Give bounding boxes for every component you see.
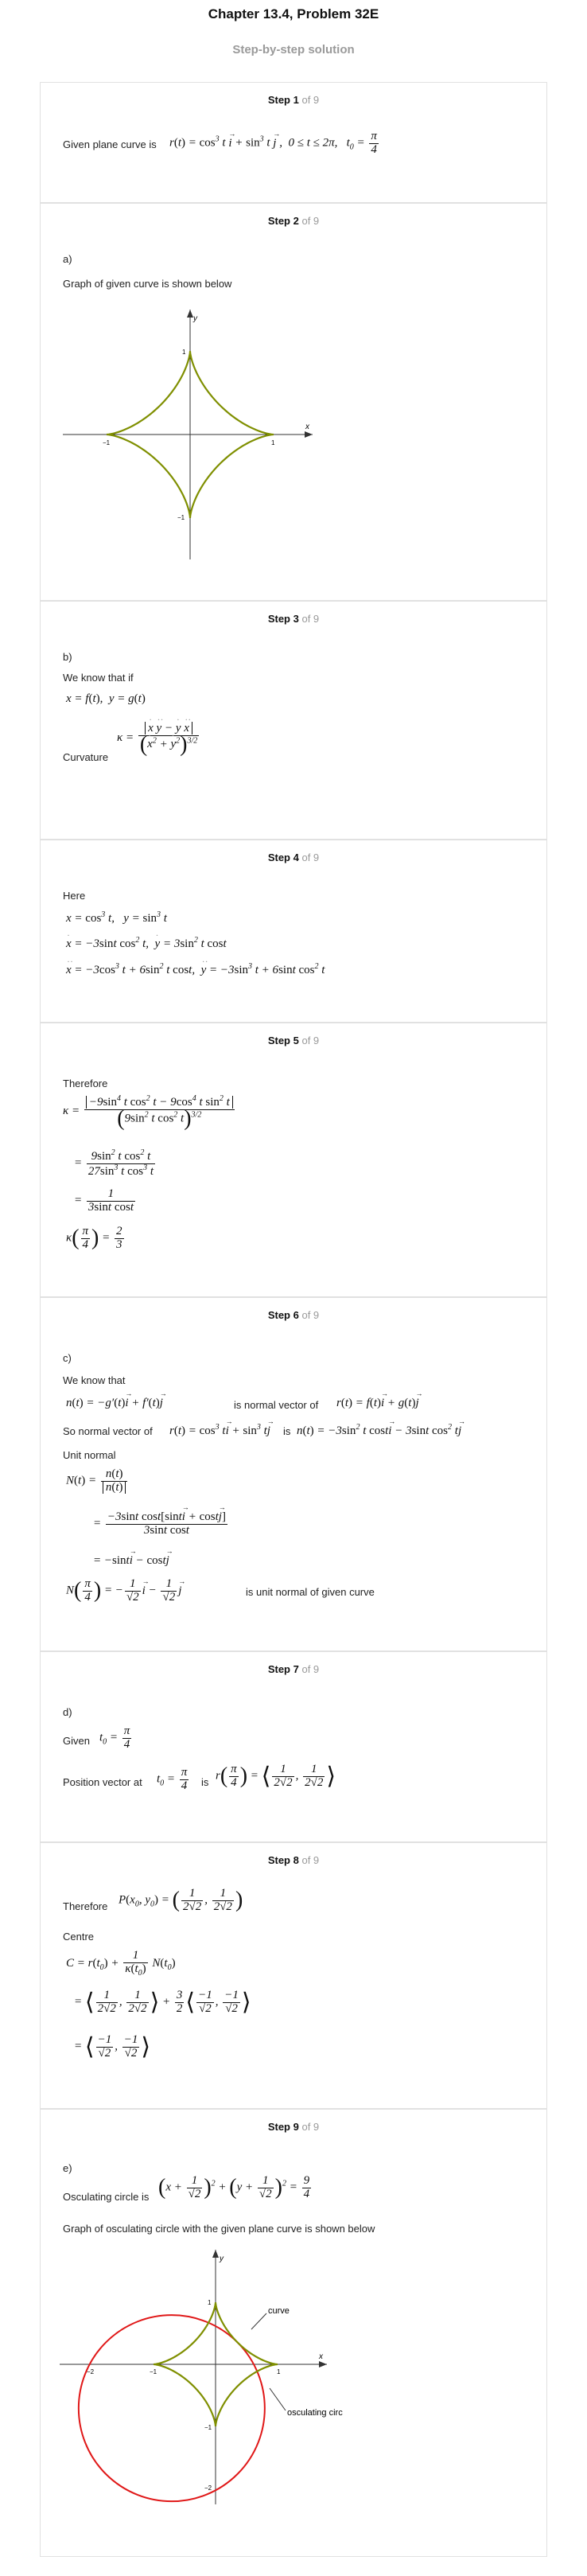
step-2-text: Graph of given curve is shown below xyxy=(63,278,232,290)
step-6-text-2: is normal vector of xyxy=(234,1399,319,1411)
step-5-eq-2: = 9sin2 t cos2 t 27sin3 t cos3 t xyxy=(74,1148,155,1178)
tick-y-1: 1 xyxy=(182,349,186,356)
step-4-eq-3: x = −3cos3 t + 6sin2 t cost, y = −3sin3 … xyxy=(66,956,325,977)
graph2-x-label: x xyxy=(318,2352,324,2361)
step-3-param-eq: x = f(t), y = g(t) xyxy=(66,692,146,705)
graph2-tick-x-neg1: −1 xyxy=(150,2368,157,2375)
step-8-point-eq: P(x0, y0) = (1 2√2, 1 2√2) xyxy=(119,1887,243,1913)
x-axis-arrow-icon xyxy=(305,431,313,438)
step-6-normal-def: n(t) = −g′(t)i + f′(t)j xyxy=(66,1389,167,1410)
step-3-header: Step 3 of 9 xyxy=(267,613,320,625)
step-7-text-3: is xyxy=(201,1776,209,1788)
step-8-card: Step 8 of 9 Therefore P(x0, y0) = (1 2√2,… xyxy=(40,1842,547,2109)
step-4-header: Step 4 of 9 xyxy=(267,852,320,863)
step-7-given-eq: t0 = π4 xyxy=(99,1724,132,1751)
step-6-text-6: is unit normal of given curve xyxy=(246,1586,375,1598)
y-axis-arrow-icon xyxy=(187,310,193,318)
step-1-text: Given plane curve is xyxy=(63,138,157,150)
step-7-position-eq: r(π 4) = ⟨ 1 2√2, 1 2√2 ⟩ xyxy=(216,1763,336,1790)
step-7-text-1: Given xyxy=(63,1735,90,1747)
step-6-part-label: c) xyxy=(63,1352,72,1364)
graph2-tick-x-neg2: −2 xyxy=(87,2368,95,2375)
x-axis-label: x xyxy=(305,423,310,431)
step-5-card: Step 5 of 9 Therefore κ = −9sin4 t cos2 … xyxy=(40,1023,547,1297)
step-8-text-2: Centre xyxy=(63,1931,95,1943)
step-2-part-label: a) xyxy=(63,253,72,265)
osc-pointer xyxy=(269,2387,286,2411)
step-7-part-label: d) xyxy=(63,1706,72,1718)
step-3-card: Step 3 of 9 b) We know that if x = f(t),… xyxy=(40,601,547,840)
step-7-text-2: Position vector at xyxy=(63,1776,142,1788)
step-3-curvature-label: Curvature xyxy=(63,751,109,763)
step-8-centre-2: = ⟨ 1 2√2, 1 2√2 ⟩ + 3 2 ⟨ −1 √2, −1 √2 ⟩ xyxy=(74,1989,251,2016)
step-6-card: Step 6 of 9 c) We know that n(t) = −g′(t… xyxy=(40,1297,547,1651)
step-8-centre-3: = ⟨ −1 √2, −1 √2 ⟩ xyxy=(74,2033,151,2060)
step-6-text-5: Unit normal xyxy=(63,1449,116,1461)
step-4-eq-2: x = −3sint cos2 t, y = 3sin2 t cost xyxy=(66,929,227,951)
astroid-graph: y x 1 −1 1 −1 xyxy=(63,310,313,559)
step-3-curvature-formula: κ = x y − y x(x2 + y2)3/2 xyxy=(117,715,200,755)
page-subtitle: Step-by-step solution xyxy=(232,43,355,57)
step-6-unit-normal-4: N(π4) = −1√2i − 1√2j xyxy=(66,1577,186,1604)
step-6-text-1: We know that xyxy=(63,1374,126,1386)
step-8-text-1: Therefore xyxy=(63,1900,108,1912)
step-6-header: Step 6 of 9 xyxy=(267,1309,320,1321)
tick-x-neg1: −1 xyxy=(103,439,111,446)
osc-label: osculating circle xyxy=(287,2408,343,2418)
step-1-equation: r(t) = cos3 t i + sin3 t j , 0 ≤ t ≤ 2π,… xyxy=(169,130,380,157)
graph2-x-axis-arrow-icon xyxy=(319,2361,327,2368)
step-9-part-label: e) xyxy=(63,2162,72,2174)
step-8-header: Step 8 of 9 xyxy=(267,1854,320,1866)
step-1-card: Step 1 of 9 Given plane curve is r(t) = … xyxy=(40,82,547,203)
graph2-y-axis-arrow-icon xyxy=(212,2250,219,2258)
step-7-card: Step 7 of 9 d) Given t0 = π4 Position ve… xyxy=(40,1651,547,1842)
step-7-header: Step 7 of 9 xyxy=(267,1663,320,1675)
page-title: Chapter 13.4, Problem 32E xyxy=(208,6,379,21)
step-9-header: Step 9 of 9 xyxy=(267,2121,320,2133)
step-2-card: Step 2 of 9 a) Graph of given curve is s… xyxy=(40,203,547,601)
graph2-y-label: y xyxy=(219,2254,224,2263)
step-6-text-4: is xyxy=(283,1425,291,1437)
step-9-osc-eq: (x + 1 √2)2 + (y + 1 √2)2 = 94 xyxy=(158,2174,312,2200)
step-6-unit-normal-3: = −sinti − costj xyxy=(93,1547,173,1568)
step-4-text: Here xyxy=(63,890,86,902)
step-5-eq-4: κ(π 4) = 23 xyxy=(66,1225,124,1251)
step-6-curve: r(t) = cos3 ti + sin3 tj xyxy=(169,1417,274,1438)
step-3-part-label: b) xyxy=(63,651,72,663)
step-9-card: Step 9 of 9 e) Osculating circle is (x +… xyxy=(40,2109,547,2557)
step-5-header: Step 5 of 9 xyxy=(267,1035,320,1046)
step-2-header: Step 2 of 9 xyxy=(267,215,320,227)
osculating-circle-shape xyxy=(77,2314,266,2503)
tick-y-neg1: −1 xyxy=(177,514,185,521)
step-6-normal: n(t) = −3sin2 t costi − 3sint cos2 tj xyxy=(297,1417,465,1438)
graph2-tick-y-neg2: −2 xyxy=(204,2484,212,2492)
curve-pointer xyxy=(251,2313,267,2330)
step-6-text-3: So normal vector of xyxy=(63,1425,153,1437)
step-5-text: Therefore xyxy=(63,1078,108,1089)
step-1-header: Step 1 of 9 xyxy=(267,94,320,106)
graph2-tick-y-1: 1 xyxy=(208,2299,212,2306)
step-9-text-2: Graph of osculating circle with the give… xyxy=(63,2223,375,2235)
osculating-circle-graph: curve osculating circle y x 1 −1 −2 1 −1… xyxy=(60,2250,343,2504)
step-4-eq-1: x = cos3 t, y = sin3 t xyxy=(66,910,167,925)
step-6-curve-def: r(t) = f(t)i + g(t)j xyxy=(336,1389,423,1410)
step-8-centre-def: C = r(t0) + 1 κ(t0) N(t0) xyxy=(66,1949,176,1978)
graph2-tick-x-1: 1 xyxy=(277,2368,281,2375)
y-axis-label: y xyxy=(192,314,198,323)
step-6-unit-normal-2: = −3sint cost[sinti + costj]3sint cost xyxy=(93,1504,229,1537)
graph2-tick-y-neg1: −1 xyxy=(204,2424,212,2431)
step-4-card: Step 4 of 9 Here x = cos3 t, y = sin3 t … xyxy=(40,840,547,1023)
tick-x-1: 1 xyxy=(271,439,275,446)
step-5-eq-3: = 1 3sint cost xyxy=(74,1187,135,1214)
step-3-text: We know that if xyxy=(63,672,134,684)
curve-label: curve xyxy=(268,2306,290,2316)
step-7-t0: t0 = π4 xyxy=(157,1766,189,1792)
step-9-text-1: Osculating circle is xyxy=(63,2191,150,2203)
step-6-unit-normal-def: N(t) = n(t) n(t) xyxy=(66,1467,129,1495)
step-5-eq-1: κ = −9sin4 t cos2 t − 9cos4 t sin2 t (9si… xyxy=(63,1094,236,1129)
